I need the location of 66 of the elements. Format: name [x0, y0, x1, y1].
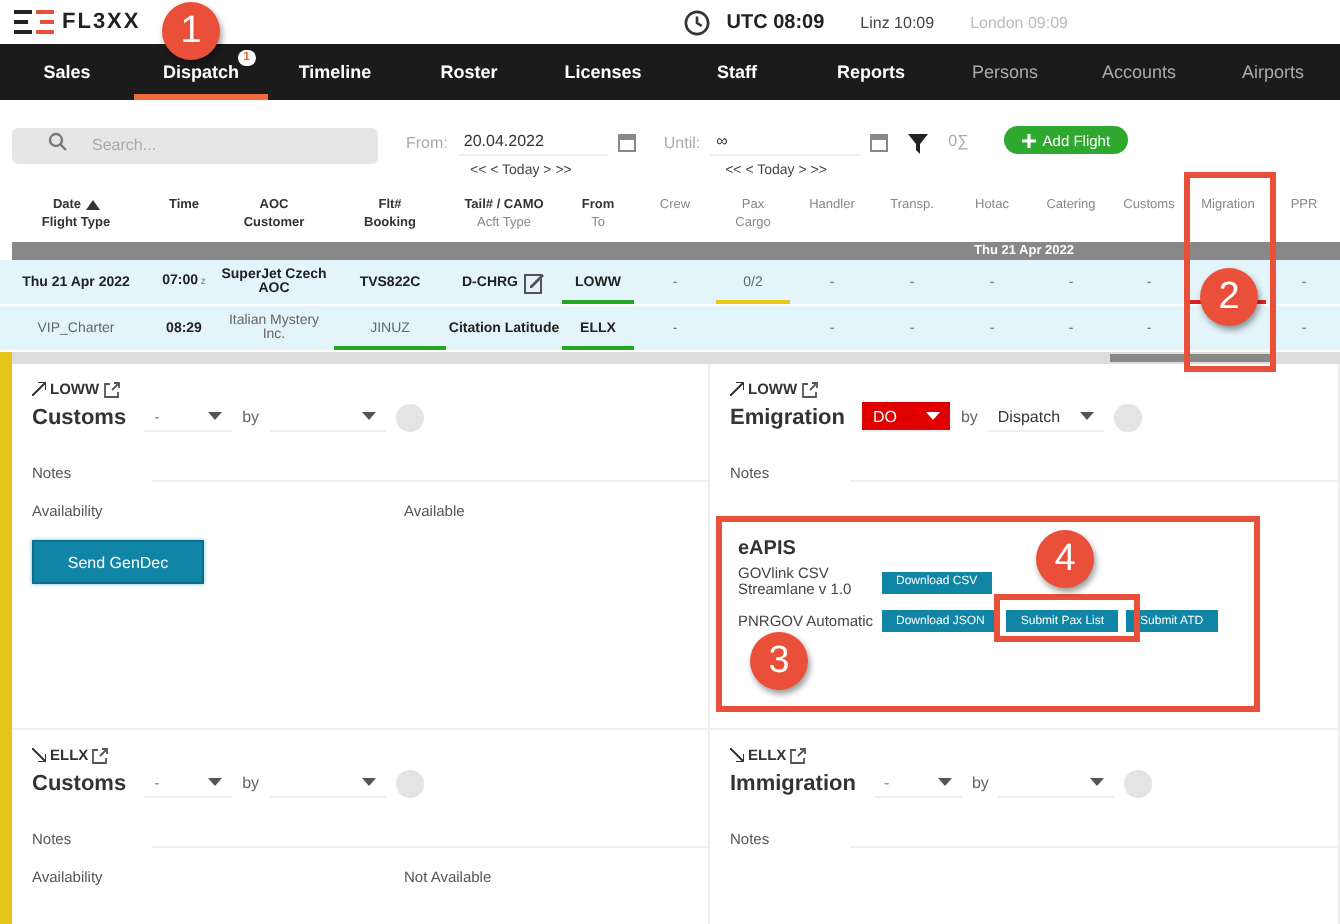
- nav-tab[interactable]: Licenses: [536, 44, 670, 100]
- caret-icon: [208, 778, 223, 786]
- external-link-icon[interactable]: [801, 381, 818, 397]
- panel-title: Immigration: [730, 771, 856, 795]
- until-label: Until:: [663, 133, 701, 151]
- logo-icon: [12, 10, 56, 34]
- nav-tab[interactable]: Staff: [670, 44, 804, 100]
- nav-tab[interactable]: Timeline: [268, 44, 402, 100]
- status-indicator: [395, 403, 424, 431]
- until-date-field[interactable]: ∞: [710, 128, 861, 156]
- sort-ascending-icon: [85, 200, 100, 210]
- local-time: Linz 10:09: [860, 13, 935, 31]
- panel-title: Customs: [32, 405, 127, 429]
- from-label: From:: [406, 133, 448, 151]
- edit-icon[interactable]: [524, 271, 546, 293]
- nav-tab[interactable]: Reports: [804, 44, 938, 100]
- external-link-icon[interactable]: [103, 381, 120, 397]
- search-field[interactable]: Search...: [12, 127, 378, 163]
- status-select[interactable]: -: [144, 768, 233, 798]
- local-time: London 09:09: [970, 13, 1068, 31]
- caret-icon: [937, 778, 952, 786]
- panel-title: Emigration: [730, 405, 845, 429]
- arrow-down-right-icon: [32, 748, 46, 762]
- caret-icon: [1090, 778, 1105, 786]
- caret-icon: [361, 778, 376, 786]
- caret-icon: [361, 412, 376, 420]
- status-indicator: [1124, 769, 1153, 797]
- by-label: by: [971, 774, 989, 792]
- plus-icon: [1022, 133, 1037, 147]
- calendar-icon[interactable]: [870, 133, 889, 151]
- arrow-up-right-icon: [730, 382, 744, 396]
- clock-icon: [684, 9, 711, 35]
- assignee-select[interactable]: Dispatch: [987, 402, 1104, 432]
- nav-tab[interactable]: Accounts: [1072, 44, 1206, 100]
- nav-tab[interactable]: Airports: [1206, 44, 1340, 100]
- by-label: by: [242, 774, 260, 792]
- logo: FL3XX: [62, 10, 141, 34]
- from-date-field[interactable]: 20.04.2022: [457, 128, 608, 156]
- scrollbar[interactable]: [1110, 354, 1270, 362]
- arrow-down-right-icon: [730, 748, 744, 762]
- utc-time: UTC 08:09: [726, 11, 825, 33]
- eapis-title: eAPIS: [738, 538, 796, 560]
- status-select[interactable]: DO: [862, 402, 951, 432]
- caret-icon: [926, 412, 941, 420]
- status-indicator: [1113, 403, 1142, 431]
- callout-number: 3: [750, 632, 808, 690]
- status-select[interactable]: -: [873, 768, 962, 798]
- by-label: by: [960, 408, 978, 426]
- status-indicator: [395, 769, 424, 797]
- by-label: by: [242, 408, 260, 426]
- callout-number: 1: [162, 2, 220, 60]
- arrow-up-right-icon: [32, 382, 46, 396]
- search-icon: [48, 132, 68, 152]
- nav-tab[interactable]: Sales: [0, 44, 134, 100]
- send-gendec-button[interactable]: Send GenDec: [32, 540, 204, 584]
- nav-tab[interactable]: Persons: [938, 44, 1072, 100]
- status-select[interactable]: -: [144, 402, 233, 432]
- filter-icon[interactable]: [908, 134, 929, 154]
- panel-title: Customs: [32, 771, 127, 795]
- caret-icon: [1079, 412, 1094, 420]
- calendar-icon[interactable]: [617, 133, 636, 151]
- external-link-icon[interactable]: [790, 747, 807, 763]
- external-link-icon[interactable]: [92, 747, 109, 763]
- nav-tab[interactable]: Roster: [402, 44, 536, 100]
- callout-number: 4: [1036, 530, 1094, 588]
- caret-icon: [208, 412, 223, 420]
